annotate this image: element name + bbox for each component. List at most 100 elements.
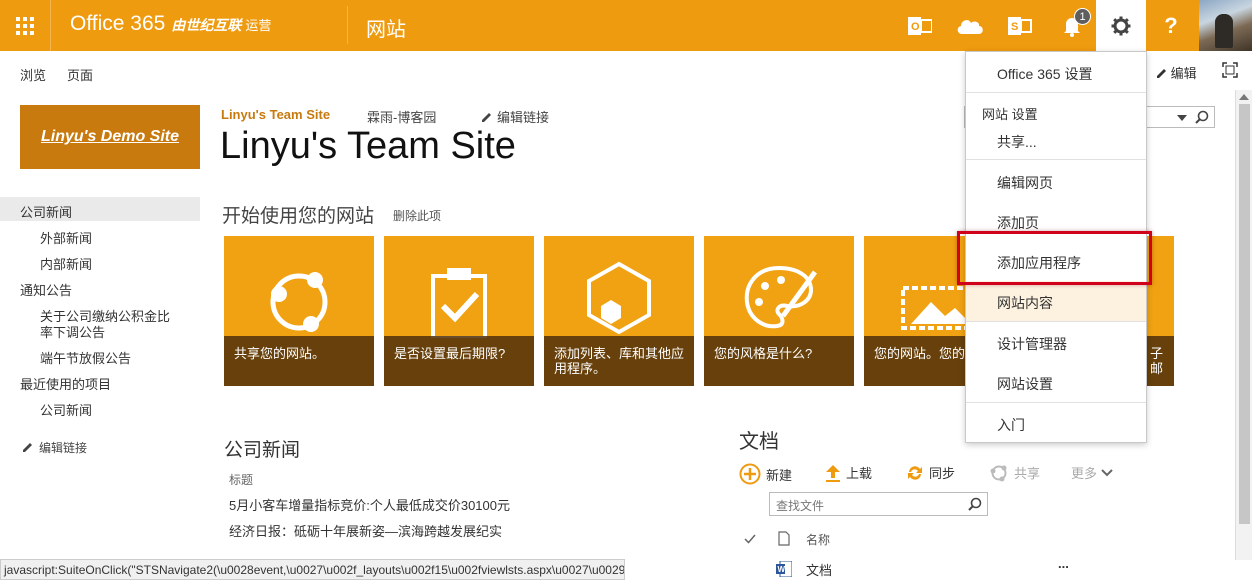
plus-circle-icon <box>739 463 761 485</box>
search-icon[interactable] <box>1195 110 1209 124</box>
tile-caption: 共享您的网站。 <box>224 336 374 386</box>
nav-item-dragon-boat[interactable]: 端午节放假公告 <box>40 348 131 367</box>
checkmark-icon[interactable] <box>744 534 756 544</box>
tile-add-apps[interactable]: 添加列表、库和其他应用程序。 <box>544 236 694 386</box>
upload-icon <box>826 464 840 482</box>
nav-item-recent[interactable]: 最近使用的项目 <box>20 374 111 393</box>
outlook-button[interactable]: O <box>895 0 945 51</box>
news-column-header[interactable]: 标题 <box>229 471 253 488</box>
hexagon-icon <box>587 261 651 335</box>
nav-item-recent-news[interactable]: 公司新闻 <box>40 400 92 419</box>
notifications-button[interactable]: 1 <box>1047 0 1097 51</box>
menu-item-share[interactable]: 共享... <box>966 132 1146 152</box>
edit-links-top[interactable]: 编辑链接 <box>481 107 549 126</box>
news-title[interactable]: 公司新闻 <box>224 435 300 462</box>
help-button[interactable]: ? <box>1146 0 1196 51</box>
getting-started-title: 开始使用您的网站 <box>222 206 375 227</box>
scrollbar-thumb[interactable] <box>1239 104 1250 524</box>
menu-divider <box>966 92 1146 93</box>
menu-item-getting-started[interactable]: 入门 <box>966 415 1146 435</box>
edit-links-left[interactable]: 编辑链接 <box>22 439 87 456</box>
menu-item-design-manager[interactable]: 设计管理器 <box>966 334 1146 354</box>
onedrive-button[interactable] <box>945 0 995 51</box>
focus-content-icon[interactable] <box>1222 62 1238 78</box>
palette-icon <box>744 265 818 329</box>
suite-bar: Office 365 由世纪互联 运营 网站 O S 1 ? <box>0 0 1252 51</box>
page-title: Linyu's Team Site <box>220 125 516 167</box>
new-label: 新建 <box>766 467 793 483</box>
share-button[interactable]: 共享 <box>989 463 1040 482</box>
sites-button[interactable]: S <box>995 0 1045 51</box>
tab-browse[interactable]: 浏览 <box>20 65 46 84</box>
nav-item-notice-fund-2[interactable]: 率下调公告 <box>40 322 105 341</box>
edit-page-button[interactable]: 编辑 <box>1156 63 1197 82</box>
site-logo-text: Linyu's Demo Site <box>40 128 180 145</box>
menu-item-add-page[interactable]: 添加页 <box>966 213 1146 233</box>
scroll-up-icon[interactable] <box>1239 94 1249 100</box>
nav-item-company-news[interactable]: 公司新闻 <box>0 197 200 221</box>
breadcrumb-site[interactable]: Linyu's Team Site <box>221 107 330 122</box>
sync-icon <box>908 465 922 480</box>
section-title[interactable]: 网站 <box>366 13 406 42</box>
help-icon: ? <box>1164 12 1178 38</box>
breadcrumb-blog[interactable]: 霖雨-博客园 <box>367 107 436 126</box>
upload-label: 上载 <box>846 466 873 481</box>
menu-divider <box>966 159 1146 160</box>
notification-badge: 1 <box>1074 8 1091 25</box>
menu-divider <box>966 402 1146 403</box>
avatar[interactable] <box>1199 0 1252 51</box>
documents-title[interactable]: 文档 <box>739 425 779 454</box>
divider <box>347 6 348 44</box>
nav-item-internal-news[interactable]: 内部新闻 <box>40 254 92 273</box>
word-doc-icon: W <box>776 561 792 577</box>
news-item[interactable]: 5月小客车增量指标竞价:个人最低成交价30100元 <box>229 495 510 514</box>
menu-divider <box>966 321 1146 322</box>
callout-highlight-box <box>957 231 1152 285</box>
row-more-button[interactable]: ... <box>1058 556 1069 571</box>
tile-deadline[interactable]: 是否设置最后期限? <box>384 236 534 386</box>
sharepoint-icon: S <box>1008 16 1032 35</box>
tab-page[interactable]: 页面 <box>67 65 93 84</box>
menu-item-site-settings[interactable]: 网站设置 <box>966 374 1146 394</box>
upload-button[interactable]: 上载 <box>825 463 872 482</box>
pencil-icon <box>482 113 491 122</box>
document-row-name[interactable]: 文档 <box>806 560 832 579</box>
menu-item-office365-settings[interactable]: Office 365 设置 <box>966 64 1146 84</box>
sync-label: 同步 <box>929 466 956 481</box>
more-label: 更多 <box>1071 466 1098 481</box>
edit-links-label: 编辑链接 <box>497 110 550 125</box>
menu-header-site-settings: 网站 设置 <box>982 107 1038 122</box>
svg-text:O: O <box>911 21 920 33</box>
brand-main: Office 365 <box>70 12 166 35</box>
menu-item-site-contents[interactable]: 网站内容 <box>966 293 1146 313</box>
share-label: 共享 <box>1014 466 1041 481</box>
page-scrollbar[interactable] <box>1235 90 1252 560</box>
nav-item-notices[interactable]: 通知公告 <box>20 280 72 299</box>
nav-item-external-news[interactable]: 外部新闻 <box>40 228 92 247</box>
app-launcher-button[interactable] <box>0 0 51 51</box>
clipboard-check-icon <box>431 268 487 338</box>
site-logo[interactable]: Linyu's Demo Site <box>20 105 200 169</box>
settings-button[interactable] <box>1096 0 1146 51</box>
more-button[interactable]: 更多 <box>1071 463 1113 482</box>
pencil-icon <box>23 443 32 452</box>
suite-brand[interactable]: Office 365 由世纪互联 运营 <box>70 12 271 36</box>
remove-this-link[interactable]: 删除此项 <box>393 207 441 224</box>
tile-share[interactable]: 共享您的网站。 <box>224 236 374 386</box>
outlook-icon: O <box>908 16 932 35</box>
menu-item-edit-page[interactable]: 编辑网页 <box>966 173 1146 193</box>
sync-button[interactable]: 同步 <box>906 463 955 482</box>
tile-style[interactable]: 您的风格是什么? <box>704 236 854 386</box>
chevron-down-icon <box>1101 468 1113 476</box>
cloud-icon <box>957 19 983 34</box>
edit-label: 编辑 <box>1170 66 1197 81</box>
gear-icon <box>1111 16 1131 35</box>
document-search-input[interactable]: 查找文件 <box>769 492 988 516</box>
news-item[interactable]: 经济日报：砥砺十年展新姿—滨海跨越发展纪实 <box>229 521 502 540</box>
waffle-icon <box>16 16 34 35</box>
column-header-name[interactable]: 名称 <box>806 531 830 548</box>
svg-text:S: S <box>1011 21 1018 33</box>
new-document-button[interactable]: 新建 <box>739 463 792 485</box>
search-icon[interactable] <box>968 497 982 511</box>
svg-text:W: W <box>778 565 786 574</box>
